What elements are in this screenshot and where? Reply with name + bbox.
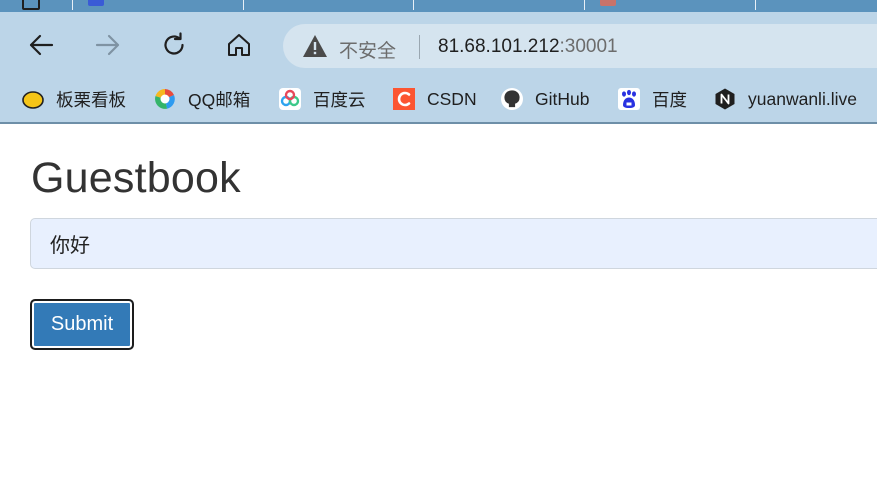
tab-favicon-icon[interactable]	[22, 0, 40, 10]
page-title: Guestbook	[31, 154, 241, 202]
bookmark-item[interactable]: 百度	[617, 84, 687, 114]
n-logo-icon	[713, 87, 737, 111]
back-arrow-icon	[29, 34, 54, 56]
address-bar[interactable]: 不安全 81.68.101.212:30001	[283, 24, 877, 68]
chestnut-icon	[21, 87, 45, 111]
bookmark-label: 板栗看板	[56, 89, 126, 110]
tab-divider	[755, 0, 756, 10]
warning-icon[interactable]	[302, 34, 328, 58]
bookmark-item[interactable]: GitHub	[500, 84, 589, 114]
security-status-label[interactable]: 不安全	[339, 36, 396, 63]
qq-mail-icon	[153, 87, 177, 111]
reload-button[interactable]	[156, 30, 192, 60]
address-divider	[419, 35, 420, 59]
github-icon	[500, 87, 524, 111]
baidu-cloud-icon	[278, 87, 302, 111]
tab-favicon-icon[interactable]	[88, 0, 104, 6]
tab-divider	[243, 0, 244, 10]
url-host: 81.68.101.212	[438, 36, 560, 57]
bookmarks-bar: 板栗看板 QQ邮箱 百度云 CSDN GitHub 百度 yuanwanli.l…	[0, 80, 877, 122]
tab-divider	[584, 0, 585, 10]
forward-button[interactable]	[90, 30, 126, 60]
message-input[interactable]	[30, 218, 877, 269]
home-button[interactable]	[221, 30, 257, 60]
bookmark-item[interactable]: CSDN	[392, 84, 477, 114]
forward-arrow-icon	[95, 34, 120, 56]
bookmark-label: QQ邮箱	[188, 89, 251, 110]
bookmark-label: GitHub	[535, 88, 590, 109]
home-icon	[228, 34, 250, 56]
submit-button[interactable]: Submit	[30, 299, 134, 350]
bookmark-item[interactable]: 百度云	[278, 84, 366, 114]
url-port: :30001	[559, 36, 618, 57]
baidu-icon	[617, 87, 641, 111]
tab-divider	[413, 0, 414, 10]
back-button[interactable]	[23, 30, 59, 60]
bookmark-label: 百度	[652, 89, 687, 110]
csdn-icon	[392, 87, 416, 111]
bookmark-item[interactable]: QQ邮箱	[153, 84, 250, 114]
bookmark-label: yuanwanli.live	[748, 88, 857, 109]
browser-toolbar: 不安全 81.68.101.212:30001	[0, 12, 877, 80]
toolbar-divider	[0, 122, 877, 124]
tab-favicon-icon[interactable]	[600, 0, 616, 6]
reload-icon	[164, 32, 184, 55]
tab-divider	[72, 0, 73, 10]
bookmark-item[interactable]: yuanwanli.live	[713, 84, 857, 114]
bookmark-label: CSDN	[427, 88, 477, 109]
tab-strip	[0, 0, 877, 12]
url-text[interactable]: 81.68.101.212:30001	[438, 36, 618, 58]
bookmark-label: 百度云	[313, 89, 366, 110]
bookmark-item[interactable]: 板栗看板	[21, 84, 126, 114]
